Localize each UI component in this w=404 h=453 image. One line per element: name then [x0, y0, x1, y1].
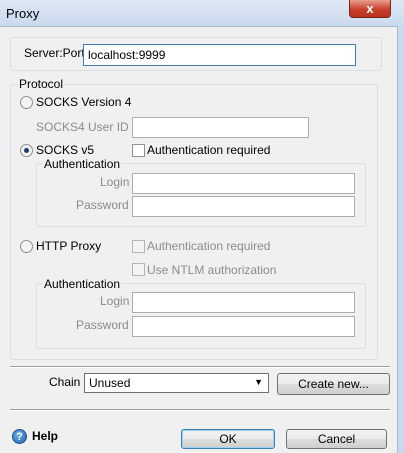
help-icon[interactable]: ? [12, 429, 27, 444]
socks4-user-id-input[interactable] [132, 117, 309, 138]
http-password-input[interactable] [132, 316, 355, 337]
ok-label: OK [219, 432, 237, 446]
http-password-label: Password [76, 318, 129, 332]
ok-button[interactable]: OK [181, 429, 275, 449]
close-icon: x [366, 1, 374, 16]
http-auth-legend: Authentication [43, 277, 122, 291]
cancel-button[interactable]: Cancel [286, 429, 387, 449]
http-proxy-radio[interactable] [20, 240, 33, 253]
cancel-label: Cancel [317, 432, 356, 446]
server-port-label: Server:Port [24, 46, 85, 60]
create-new-label: Create new... [298, 377, 369, 391]
title-bar: Proxy x [0, 0, 404, 27]
chain-label: Chain [49, 375, 81, 389]
window-title: Proxy [6, 6, 40, 21]
socks5-login-label: Login [100, 175, 130, 189]
protocol-legend: Protocol [18, 77, 65, 91]
create-new-button[interactable]: Create new... [277, 373, 390, 395]
socks5-label: SOCKS v5 [36, 143, 95, 157]
socks5-password-label: Password [76, 198, 129, 212]
socks4-user-id-label: SOCKS4 User ID [36, 120, 129, 134]
server-port-input[interactable] [83, 44, 356, 66]
separator-top [10, 366, 390, 368]
socks5-auth-required-checkbox[interactable] [132, 144, 145, 157]
http-auth-required-checkbox[interactable] [132, 240, 145, 253]
http-auth-required-label: Authentication required [147, 239, 271, 253]
help-link[interactable]: Help [32, 429, 58, 443]
http-proxy-label: HTTP Proxy [36, 239, 102, 253]
chain-select[interactable]: Unused ▼ [84, 373, 269, 393]
chevron-down-icon: ▼ [254, 377, 263, 387]
separator-bottom [10, 409, 390, 411]
socks5-auth-legend: Authentication [43, 157, 122, 171]
http-ntlm-label: Use NTLM authorization [147, 263, 277, 277]
socks5-auth-required-label: Authentication required [147, 143, 271, 157]
socks5-radio[interactable] [20, 144, 33, 157]
close-button[interactable]: x [349, 0, 391, 18]
http-ntlm-checkbox[interactable] [132, 263, 145, 276]
socks4-label: SOCKS Version 4 [36, 95, 132, 109]
socks5-password-input[interactable] [132, 196, 355, 217]
chain-select-value: Unused [89, 376, 131, 390]
proxy-dialog: Proxy x Server:Port Protocol SOCKS Versi… [0, 0, 404, 453]
window-frame-right [397, 26, 404, 453]
socks5-login-input[interactable] [132, 173, 355, 194]
http-login-label: Login [100, 294, 130, 308]
socks4-radio[interactable] [20, 96, 33, 109]
http-login-input[interactable] [132, 292, 355, 313]
